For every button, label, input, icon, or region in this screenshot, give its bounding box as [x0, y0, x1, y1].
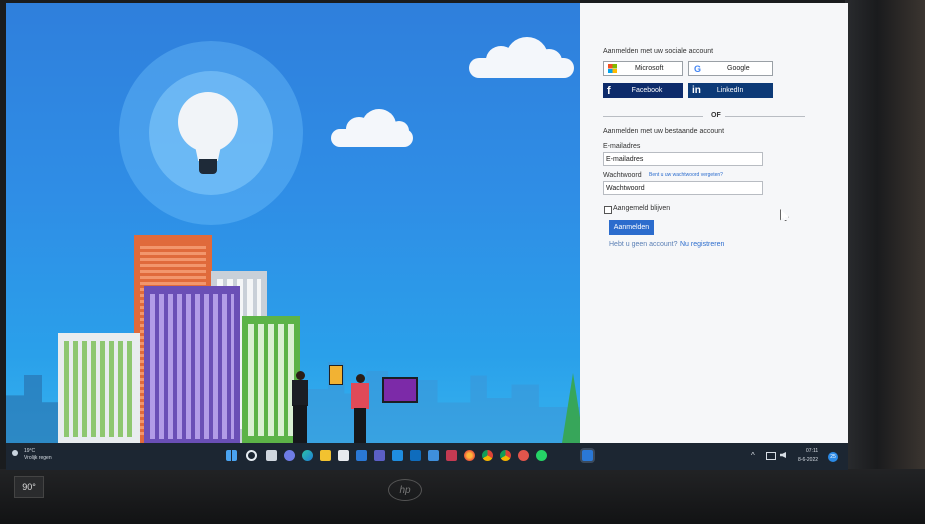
google-label: Google: [727, 65, 750, 72]
email-input[interactable]: E-mailadres: [603, 152, 763, 166]
taskbar: [6, 443, 848, 470]
chrome-icon[interactable]: [482, 450, 493, 461]
linkedin-button[interactable]: in LinkedIn: [688, 83, 773, 98]
monitor-bezel-bottom: hp 90°: [0, 469, 925, 524]
google-button[interactable]: G Google: [688, 61, 773, 76]
divider-right: [725, 116, 805, 117]
calendar-app-icon[interactable]: [338, 450, 349, 461]
facebook-icon: f: [607, 84, 611, 97]
skyline-back-left: [6, 375, 66, 443]
building-purple: [144, 286, 240, 443]
store-icon[interactable]: [392, 450, 403, 461]
network-icon[interactable]: [766, 452, 776, 460]
social-heading: Aanmelden met uw sociale account: [603, 48, 714, 55]
tray-chevron-icon[interactable]: ^: [751, 451, 755, 460]
or-separator: OF: [711, 112, 721, 119]
login-panel: Aanmelden met uw sociale account Microso…: [580, 3, 848, 443]
edge-icon[interactable]: [302, 450, 313, 461]
notification-badge[interactable]: 25: [828, 452, 838, 462]
chat-icon[interactable]: [284, 450, 295, 461]
microsoft-label: Microsoft: [635, 65, 664, 72]
forgot-password-link[interactable]: Bent u uw wachtwoord vergeten?: [649, 172, 723, 178]
osd-temperature: 90°: [14, 476, 44, 498]
search-icon[interactable]: [246, 450, 257, 461]
weather-icon: [12, 450, 18, 456]
google-icon: G: [694, 63, 702, 74]
divider-left: [603, 116, 703, 117]
signin-button[interactable]: Aanmelden: [609, 220, 654, 235]
password-label: Wachtwoord: [603, 172, 642, 179]
weather-temp: 19°C: [24, 448, 36, 454]
background-illustration: [6, 3, 580, 443]
app-icon[interactable]: [446, 450, 457, 461]
monitor-bezel-right: [845, 0, 925, 524]
building-white-left: [58, 333, 140, 443]
linkedin-icon: in: [692, 85, 701, 96]
screen: Aanmelden met uw sociale account Microso…: [6, 3, 848, 470]
teams-icon[interactable]: [374, 450, 385, 461]
lightbulb-neck: [194, 141, 222, 161]
firefox-icon[interactable]: [464, 450, 475, 461]
monitor-brand-logo: hp: [388, 479, 422, 501]
start-icon[interactable]: [226, 450, 237, 461]
skyline-back: [306, 362, 580, 443]
photos-icon[interactable]: [428, 450, 439, 461]
no-account-text: Hebt u geen account?: [609, 241, 678, 248]
microsoft-icon: [608, 64, 617, 73]
signin-label: Aanmelden: [613, 224, 650, 231]
weather-desc: Vrolijk regen: [24, 455, 52, 461]
whatsapp-icon[interactable]: [536, 450, 547, 461]
existing-account-heading: Aanmelden met uw bestaande account: [603, 128, 725, 135]
password-input[interactable]: Wachtwoord: [603, 181, 763, 195]
chrome-red-icon[interactable]: [518, 450, 529, 461]
chrome-profile-icon[interactable]: [500, 450, 511, 461]
linkedin-label: LinkedIn: [716, 87, 744, 94]
lightbulb-base: [199, 159, 217, 174]
email-label: E-mailadres: [603, 143, 641, 150]
mouse-cursor-icon: [780, 209, 789, 221]
outlook-icon[interactable]: [410, 450, 421, 461]
active-app-icon[interactable]: [582, 450, 593, 461]
remember-checkbox[interactable]: [604, 206, 612, 214]
file-explorer-icon[interactable]: [320, 450, 331, 461]
register-link[interactable]: Nu registreren: [680, 241, 724, 248]
microsoft-button[interactable]: Microsoft: [603, 61, 683, 76]
remember-label: Aangemeld blijven: [613, 205, 671, 212]
mail-icon[interactable]: [356, 450, 367, 461]
clock-date[interactable]: 8-6-2022: [798, 457, 818, 463]
clock-time[interactable]: 07:11: [806, 448, 818, 454]
task-view-icon[interactable]: [266, 450, 277, 461]
facebook-label: Facebook: [631, 87, 663, 94]
facebook-button[interactable]: f Facebook: [603, 83, 683, 98]
